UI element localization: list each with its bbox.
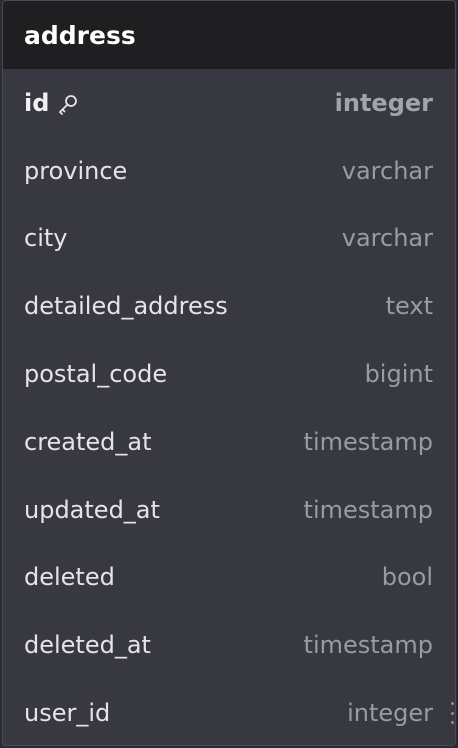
column-type: timestamp [303,631,433,660]
column-name: province [24,156,128,185]
column-list: id integer province varchar city varchar [3,69,455,745]
column-row-deleted[interactable]: deleted bool [3,544,455,612]
column-type: bigint [364,360,433,389]
column-name: postal_code [24,360,168,389]
column-type: integer [347,699,433,728]
handle-dot [451,702,454,706]
column-row-created-at[interactable]: created_at timestamp [3,408,455,476]
column-name: detailed_address [24,292,228,321]
column-row-postal-code[interactable]: postal_code bigint [3,340,455,408]
column-name: deleted_at [24,631,151,660]
column-row-deleted-at[interactable]: deleted_at timestamp [3,611,455,679]
column-row-updated-at[interactable]: updated_at timestamp [3,476,455,544]
column-name: updated_at [24,495,160,524]
relation-handle[interactable] [451,702,455,725]
column-type: text [385,292,433,321]
column-name-container: id [24,89,79,117]
column-type: timestamp [303,495,433,524]
column-type: varchar [341,224,433,253]
column-row-detailed-address[interactable]: detailed_address text [3,272,455,340]
column-type: integer [334,88,433,117]
column-name: id [24,88,50,117]
column-row-id[interactable]: id integer [3,69,455,137]
column-row-city[interactable]: city varchar [3,205,455,273]
column-name: created_at [24,427,152,456]
table-header[interactable]: address [3,1,455,69]
column-type: bool [381,563,433,592]
column-type: varchar [341,156,433,185]
handle-dot [451,721,454,725]
handle-dot [451,711,454,715]
table-card-address[interactable]: address id integer province varchar city… [2,0,456,746]
column-name: user_id [24,699,111,728]
table-title: address [24,20,136,50]
column-name: deleted [24,563,115,592]
column-row-province[interactable]: province varchar [3,137,455,205]
column-name: city [24,224,68,253]
key-icon [57,93,79,115]
column-type: timestamp [303,427,433,456]
column-row-user-id[interactable]: user_id integer [3,679,455,745]
